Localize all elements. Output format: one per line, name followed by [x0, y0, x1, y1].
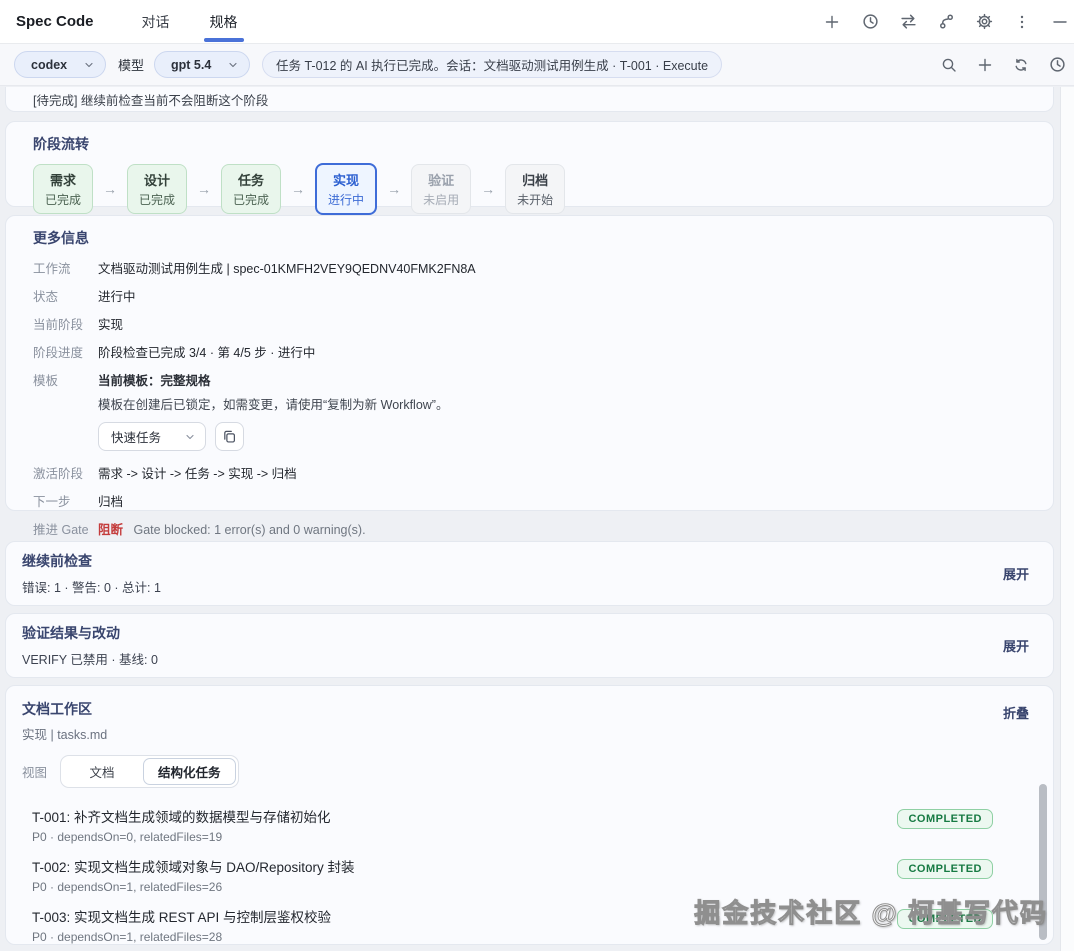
git-branch-icon[interactable]: [934, 10, 958, 34]
stage-arrow-icon: →: [387, 181, 401, 197]
stage-tasks[interactable]: 任务 已完成: [221, 164, 281, 214]
task-list-scrollbar[interactable]: [1039, 784, 1047, 940]
chevron-down-icon: [83, 59, 95, 71]
info-row-template: 模板 当前模板：完整规格 模板在创建后已锁定，如需变更，请使用“复制为新 Wor…: [33, 370, 1026, 413]
session-status-pill: 任务 T-012 的 AI 执行已完成。会话：文档驱动测试用例生成 · T-00…: [262, 51, 722, 78]
precheck-notice-text: [待完成] 继续前检查当前不会阻断这个阶段: [33, 90, 268, 109]
add-icon[interactable]: [820, 10, 844, 34]
workspace-collapse-button[interactable]: 折叠: [995, 699, 1037, 726]
refresh-icon[interactable]: [1009, 53, 1033, 77]
history-clock-icon[interactable]: [1045, 53, 1069, 77]
stage-flow-title: 阶段流转: [33, 134, 1026, 154]
task-row-t003[interactable]: T-003: 实现文档生成 REST API 与控制层鉴权校验 P0 · dep…: [22, 900, 1037, 945]
model-label: 模型: [118, 55, 144, 74]
model-select[interactable]: gpt 5.4: [154, 51, 250, 78]
workspace-subtitle: 实现 | tasks.md: [22, 724, 995, 743]
status-badge: COMPLETED: [897, 859, 993, 879]
quick-task-select-value: 快速任务: [111, 427, 161, 446]
swap-arrows-icon[interactable]: [896, 10, 920, 34]
history-clock-icon[interactable]: [858, 10, 882, 34]
status-badge: COMPLETED: [897, 909, 993, 929]
tab-spec-label: 规格: [210, 12, 238, 32]
kebab-menu-icon[interactable]: [1010, 10, 1034, 34]
minimize-icon[interactable]: [1048, 10, 1072, 34]
info-row-current-stage: 当前阶段 实现: [33, 314, 1026, 333]
stage-requirements[interactable]: 需求 已完成: [33, 164, 93, 214]
agent-select-value: codex: [31, 58, 67, 72]
stage-arrow-icon: →: [481, 181, 495, 197]
spec-toolbar: codex 模型 gpt 5.4 任务 T-012 的 AI 执行已完成。会话：…: [0, 44, 1074, 86]
verify-title: 验证结果与改动: [22, 623, 995, 643]
precheck-title: 继续前检查: [22, 551, 995, 571]
precheck-notice-card: [待完成] 继续前检查当前不会阻断这个阶段: [5, 87, 1054, 112]
stage-archive[interactable]: 归档 未开始: [505, 164, 565, 214]
precheck-section-card: 继续前检查 错误: 1 · 警告: 0 · 总计: 1 展开: [5, 541, 1054, 606]
stage-arrow-icon: →: [197, 181, 211, 197]
tab-dialogue-label: 对话: [142, 12, 170, 32]
info-row-gate: 推进 Gate 阻断 Gate blocked: 1 error(s) and …: [33, 519, 1026, 538]
gate-blocked-badge: 阻断: [98, 523, 123, 537]
verify-summary: VERIFY 已禁用 · 基线: 0: [22, 649, 995, 668]
task-row-t001[interactable]: T-001: 补齐文档生成领域的数据模型与存储初始化 P0 · dependsO…: [22, 800, 1037, 850]
chevron-down-icon: [227, 59, 239, 71]
add-icon[interactable]: [973, 53, 997, 77]
header-icon-group: [820, 10, 1058, 34]
copy-button[interactable]: [215, 422, 244, 451]
info-rows: 工作流 文档驱动测试用例生成 | spec-01KMFH2VEY9QEDNV40…: [33, 258, 1026, 566]
stage-flow-card: 阶段流转 需求 已完成 → 设计 已完成 → 任务 已完成 → 实现 进行中 →: [5, 121, 1054, 207]
verify-section-card: 验证结果与改动 VERIFY 已禁用 · 基线: 0 展开: [5, 613, 1054, 678]
toolbar-icon-group: [937, 53, 1060, 77]
precheck-summary: 错误: 1 · 警告: 0 · 总计: 1: [22, 577, 995, 596]
tab-spec[interactable]: 规格: [206, 0, 242, 44]
template-locked-note: 模板在创建后已锁定，如需变更，请使用“复制为新 Workflow”。: [98, 394, 448, 413]
app-title: Spec Code: [16, 13, 94, 30]
status-badge: COMPLETED: [897, 809, 993, 829]
stage-arrow-icon: →: [291, 181, 305, 197]
info-row-workflow: 工作流 文档驱动测试用例生成 | spec-01KMFH2VEY9QEDNV40…: [33, 258, 1026, 277]
verify-expand-button[interactable]: 展开: [995, 632, 1037, 659]
stage-row: 需求 已完成 → 设计 已完成 → 任务 已完成 → 实现 进行中 → 验证 未…: [33, 163, 1026, 215]
view-tab-document[interactable]: 文档: [63, 758, 141, 785]
more-info-title: 更多信息: [33, 228, 1026, 248]
info-row-active-stages: 激活阶段 需求 -> 设计 -> 任务 -> 实现 -> 归档: [33, 463, 1026, 482]
stage-verification[interactable]: 验证 未启用: [411, 164, 471, 214]
more-info-card: 更多信息 工作流 文档驱动测试用例生成 | spec-01KMFH2VEY9QE…: [5, 215, 1054, 511]
quick-task-select[interactable]: 快速任务: [98, 422, 206, 451]
document-workspace-card: 文档工作区 实现 | tasks.md 折叠 视图 文档 结构化任务 T-001…: [5, 685, 1054, 945]
copy-icon: [222, 429, 237, 444]
settings-gear-icon[interactable]: [972, 10, 996, 34]
stage-design[interactable]: 设计 已完成: [127, 164, 187, 214]
info-row-status: 状态 进行中: [33, 286, 1026, 305]
model-select-value: gpt 5.4: [171, 58, 211, 72]
tab-dialogue[interactable]: 对话: [138, 0, 174, 44]
agent-select[interactable]: codex: [14, 51, 106, 78]
task-row-t002[interactable]: T-002: 实现文档生成领域对象与 DAO/Repository 封装 P0 …: [22, 850, 1037, 900]
spec-content: [待完成] 继续前检查当前不会阻断这个阶段 阶段流转 需求 已完成 → 设计 已…: [0, 87, 1060, 951]
chevron-down-icon: [184, 431, 196, 443]
view-label: 视图: [22, 762, 47, 781]
gate-detail-text: Gate blocked: 1 error(s) and 0 warning(s…: [134, 523, 366, 537]
active-tab-underline: [204, 38, 244, 42]
top-tabs: 对话 规格: [138, 0, 274, 44]
app-header: Spec Code 对话 规格: [0, 0, 1074, 44]
stage-arrow-icon: →: [103, 181, 117, 197]
search-icon[interactable]: [937, 53, 961, 77]
task-list: T-001: 补齐文档生成领域的数据模型与存储初始化 P0 · dependsO…: [22, 800, 1037, 945]
view-segmented-control: 文档 结构化任务: [60, 755, 239, 788]
info-row-next-step: 下一步 归档: [33, 491, 1026, 510]
page-scrollbar-gutter[interactable]: [1060, 87, 1074, 951]
template-current: 当前模板：完整规格: [98, 370, 448, 389]
quick-task-row: 快速任务: [98, 422, 1026, 451]
view-tab-structured-tasks[interactable]: 结构化任务: [143, 758, 236, 785]
stage-implementation[interactable]: 实现 进行中: [315, 163, 377, 215]
view-switch-row: 视图 文档 结构化任务: [22, 755, 1037, 788]
precheck-expand-button[interactable]: 展开: [995, 560, 1037, 587]
workspace-title: 文档工作区: [22, 699, 995, 719]
info-row-stage-progress: 阶段进度 阶段检查已完成 3/4 · 第 4/5 步 · 进行中: [33, 342, 1026, 361]
